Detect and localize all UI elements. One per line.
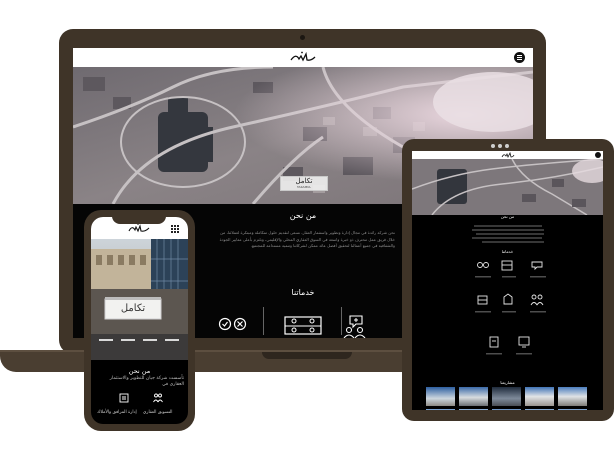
- tablet-sensor: [505, 144, 509, 148]
- menu-icon[interactable]: [514, 52, 525, 63]
- logo-icon[interactable]: [500, 151, 516, 159]
- tablet-site-header: [412, 151, 603, 159]
- takamul-badge: تكامل TAKAMUL: [280, 176, 328, 191]
- phone-screen: تكامل من نحن تأسست شركة جيان للتطوير وال…: [91, 217, 188, 424]
- tablet-services-title: خدماتنا: [501, 249, 514, 254]
- project-thumbnail[interactable]: [492, 387, 521, 406]
- phone-about-text: تأسست شركة جيان للتطوير والاستثمار العقا…: [109, 376, 184, 388]
- services-divider: [341, 307, 342, 335]
- service-label: إدارة المرافق والأملاك: [97, 410, 137, 415]
- project-thumbnail[interactable]: [525, 387, 554, 406]
- services-divider: [263, 307, 264, 335]
- project-thumbnail[interactable]: [426, 387, 455, 406]
- grid-menu-icon[interactable]: [171, 225, 179, 233]
- project-thumbnail[interactable]: [492, 409, 521, 410]
- badge-subtitle: TAKAMUL: [296, 185, 312, 189]
- tablet-services-grid: [475, 260, 546, 355]
- project-thumbnail[interactable]: [459, 387, 488, 406]
- laptop-site-header: [73, 48, 533, 67]
- tablet-about-title: من نحن: [500, 214, 515, 219]
- people-icon[interactable]: [153, 393, 163, 403]
- tablet-about-text: [472, 225, 544, 243]
- project-thumbnail[interactable]: [426, 409, 455, 410]
- tablet-sensor: [491, 144, 495, 148]
- check-circle-icon[interactable]: [218, 317, 248, 331]
- laptop-opening-notch: [262, 352, 352, 359]
- project-thumbnail[interactable]: [558, 409, 587, 410]
- aerial-city-hero: [412, 159, 603, 215]
- laptop-camera: [300, 35, 305, 40]
- tablet-camera: [498, 144, 502, 148]
- support-chat-icon[interactable]: [343, 314, 367, 338]
- project-thumbnail[interactable]: [459, 409, 488, 410]
- phone-notch: [112, 216, 166, 224]
- logo-icon[interactable]: [288, 50, 318, 64]
- tablet-projects-title: مشاريعنا: [500, 380, 515, 385]
- project-thumbnail[interactable]: [525, 409, 554, 410]
- sign-title: تكامل: [120, 303, 146, 314]
- building-doc-icon[interactable]: [119, 393, 129, 403]
- about-text: نحن شركة رائدة في مجال إدارة وتطوير واست…: [219, 230, 395, 248]
- phone-about-title: من نحن: [128, 367, 151, 375]
- menu-icon[interactable]: [595, 152, 601, 158]
- team-board-icon[interactable]: [283, 316, 323, 336]
- project-thumbnail[interactable]: [558, 387, 587, 406]
- service-label: التسويق العقاري: [143, 410, 173, 415]
- tablet-screen: من نحن خدماتنا مشاريعنا: [412, 151, 603, 410]
